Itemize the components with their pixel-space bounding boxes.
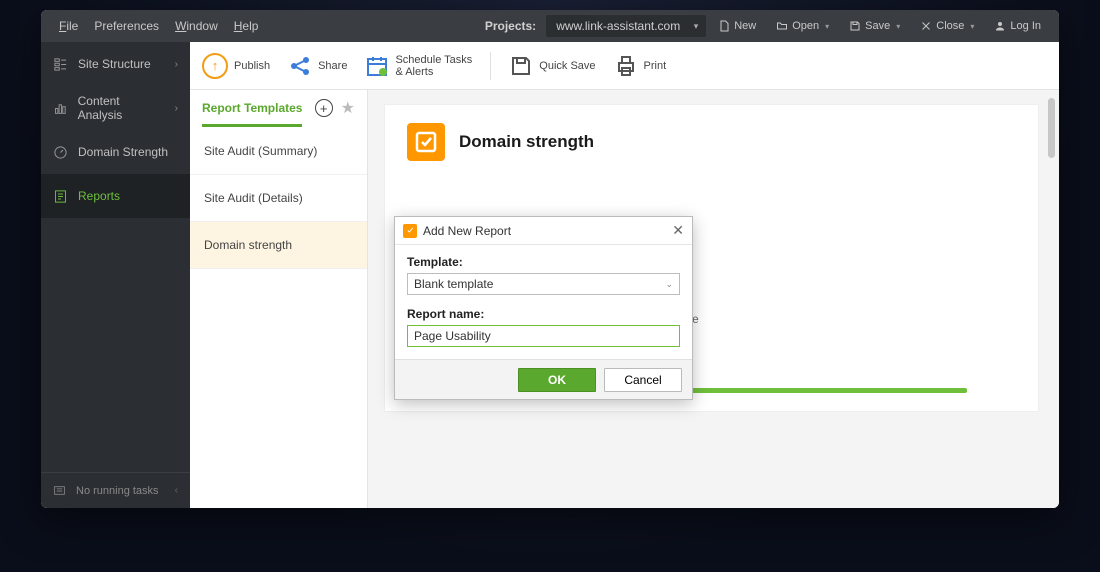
templates-title: Report Templates bbox=[202, 101, 302, 127]
share-button[interactable]: Share bbox=[288, 54, 347, 78]
ok-button[interactable]: OK bbox=[518, 368, 596, 392]
reports-icon bbox=[53, 189, 68, 204]
toolbar: ↑ Publish Share Schedule Tasks& Alerts Q… bbox=[190, 42, 1059, 90]
template-select-value: Blank template bbox=[414, 277, 493, 291]
sidebar-footer: No running tasks ‹ bbox=[41, 472, 190, 508]
structure-icon bbox=[53, 57, 68, 72]
save-icon bbox=[509, 54, 533, 78]
close-icon bbox=[920, 20, 932, 32]
login-button[interactable]: Log In bbox=[986, 20, 1049, 32]
sidebar-item-domain-strength[interactable]: Domain Strength bbox=[41, 130, 190, 174]
sidebar-item-label: Domain Strength bbox=[78, 145, 168, 159]
template-field-label: Template: bbox=[407, 255, 680, 269]
save-icon bbox=[849, 20, 861, 32]
star-icon[interactable]: ★ bbox=[341, 98, 355, 118]
dialog-footer: OK Cancel bbox=[395, 359, 692, 399]
bar-chart-icon bbox=[53, 101, 68, 116]
sidebar-item-label: Reports bbox=[78, 189, 120, 203]
app-window: File Preferences Window Help Projects: w… bbox=[41, 10, 1059, 508]
divider bbox=[490, 52, 491, 80]
file-icon bbox=[718, 20, 730, 32]
calendar-icon bbox=[365, 54, 389, 78]
open-button[interactable]: Open ▾ bbox=[768, 20, 837, 32]
projects-label: Projects: bbox=[485, 19, 536, 33]
menu-window[interactable]: Window bbox=[167, 19, 226, 33]
sidebar-item-label: Content Analysis bbox=[78, 94, 165, 122]
menu-file[interactable]: File bbox=[51, 19, 86, 33]
close-button[interactable]: Close ▾ bbox=[912, 20, 982, 32]
new-button[interactable]: New bbox=[710, 20, 764, 32]
upload-icon: ↑ bbox=[202, 53, 228, 79]
chevron-down-icon: ▾ bbox=[896, 22, 900, 31]
dialog-close-button[interactable]: ✕ bbox=[672, 222, 684, 239]
sidebar-item-label: Site Structure bbox=[78, 57, 151, 71]
print-button[interactable]: Print bbox=[614, 54, 667, 78]
check-icon bbox=[407, 123, 445, 161]
chevron-right-icon: › bbox=[175, 59, 178, 70]
dialog-title-text: Add New Report bbox=[423, 224, 511, 238]
chevron-down-icon: ▾ bbox=[825, 22, 829, 31]
report-name-input[interactable] bbox=[407, 325, 680, 347]
scrollbar[interactable] bbox=[1048, 98, 1055, 158]
menu-preferences[interactable]: Preferences bbox=[86, 19, 167, 33]
save-button[interactable]: Save ▾ bbox=[841, 20, 908, 32]
dialog-titlebar: Add New Report ✕ bbox=[395, 217, 692, 245]
templates-header: Report Templates + ★ bbox=[190, 90, 367, 128]
template-item-details[interactable]: Site Audit (Details) bbox=[190, 175, 367, 222]
gauge-icon bbox=[53, 145, 68, 160]
chevron-down-icon: ▾ bbox=[970, 22, 974, 31]
sidebar-item-content-analysis[interactable]: Content Analysis › bbox=[41, 86, 190, 130]
templates-panel: Report Templates + ★ Site Audit (Summary… bbox=[190, 90, 368, 508]
chevron-down-icon: ▾ bbox=[694, 21, 699, 32]
schedule-button[interactable]: Schedule Tasks& Alerts bbox=[365, 54, 472, 78]
check-icon bbox=[403, 224, 417, 238]
template-select[interactable]: Blank template ⌄ bbox=[407, 273, 680, 295]
project-select[interactable]: www.link-assistant.com ▾ bbox=[546, 15, 706, 37]
menubar: File Preferences Window Help Projects: w… bbox=[41, 10, 1059, 42]
report-title: Domain strength bbox=[459, 132, 594, 152]
chevron-down-icon: ⌄ bbox=[665, 279, 673, 290]
publish-button[interactable]: ↑ Publish bbox=[202, 53, 270, 79]
chevron-left-icon[interactable]: ‹ bbox=[175, 485, 178, 496]
print-icon bbox=[614, 54, 638, 78]
running-tasks-label: No running tasks bbox=[76, 485, 159, 497]
folder-open-icon bbox=[776, 20, 788, 32]
chevron-right-icon: › bbox=[175, 103, 178, 114]
user-icon bbox=[994, 20, 1006, 32]
add-report-dialog: Add New Report ✕ Template: Blank templat… bbox=[394, 216, 693, 400]
template-item-domain-strength[interactable]: Domain strength bbox=[190, 222, 367, 269]
share-icon bbox=[288, 54, 312, 78]
sidebar-item-site-structure[interactable]: Site Structure › bbox=[41, 42, 190, 86]
cancel-button[interactable]: Cancel bbox=[604, 368, 682, 392]
sidebar: Site Structure › Content Analysis › Doma… bbox=[41, 42, 190, 508]
quick-save-button[interactable]: Quick Save bbox=[509, 54, 595, 78]
report-name-label: Report name: bbox=[407, 307, 680, 321]
add-template-button[interactable]: + bbox=[315, 99, 333, 117]
project-selected-value: www.link-assistant.com bbox=[556, 19, 680, 33]
template-item-summary[interactable]: Site Audit (Summary) bbox=[190, 128, 367, 175]
menu-help[interactable]: Help bbox=[226, 19, 267, 33]
sidebar-item-reports[interactable]: Reports bbox=[41, 174, 190, 218]
tasks-icon bbox=[53, 484, 66, 497]
